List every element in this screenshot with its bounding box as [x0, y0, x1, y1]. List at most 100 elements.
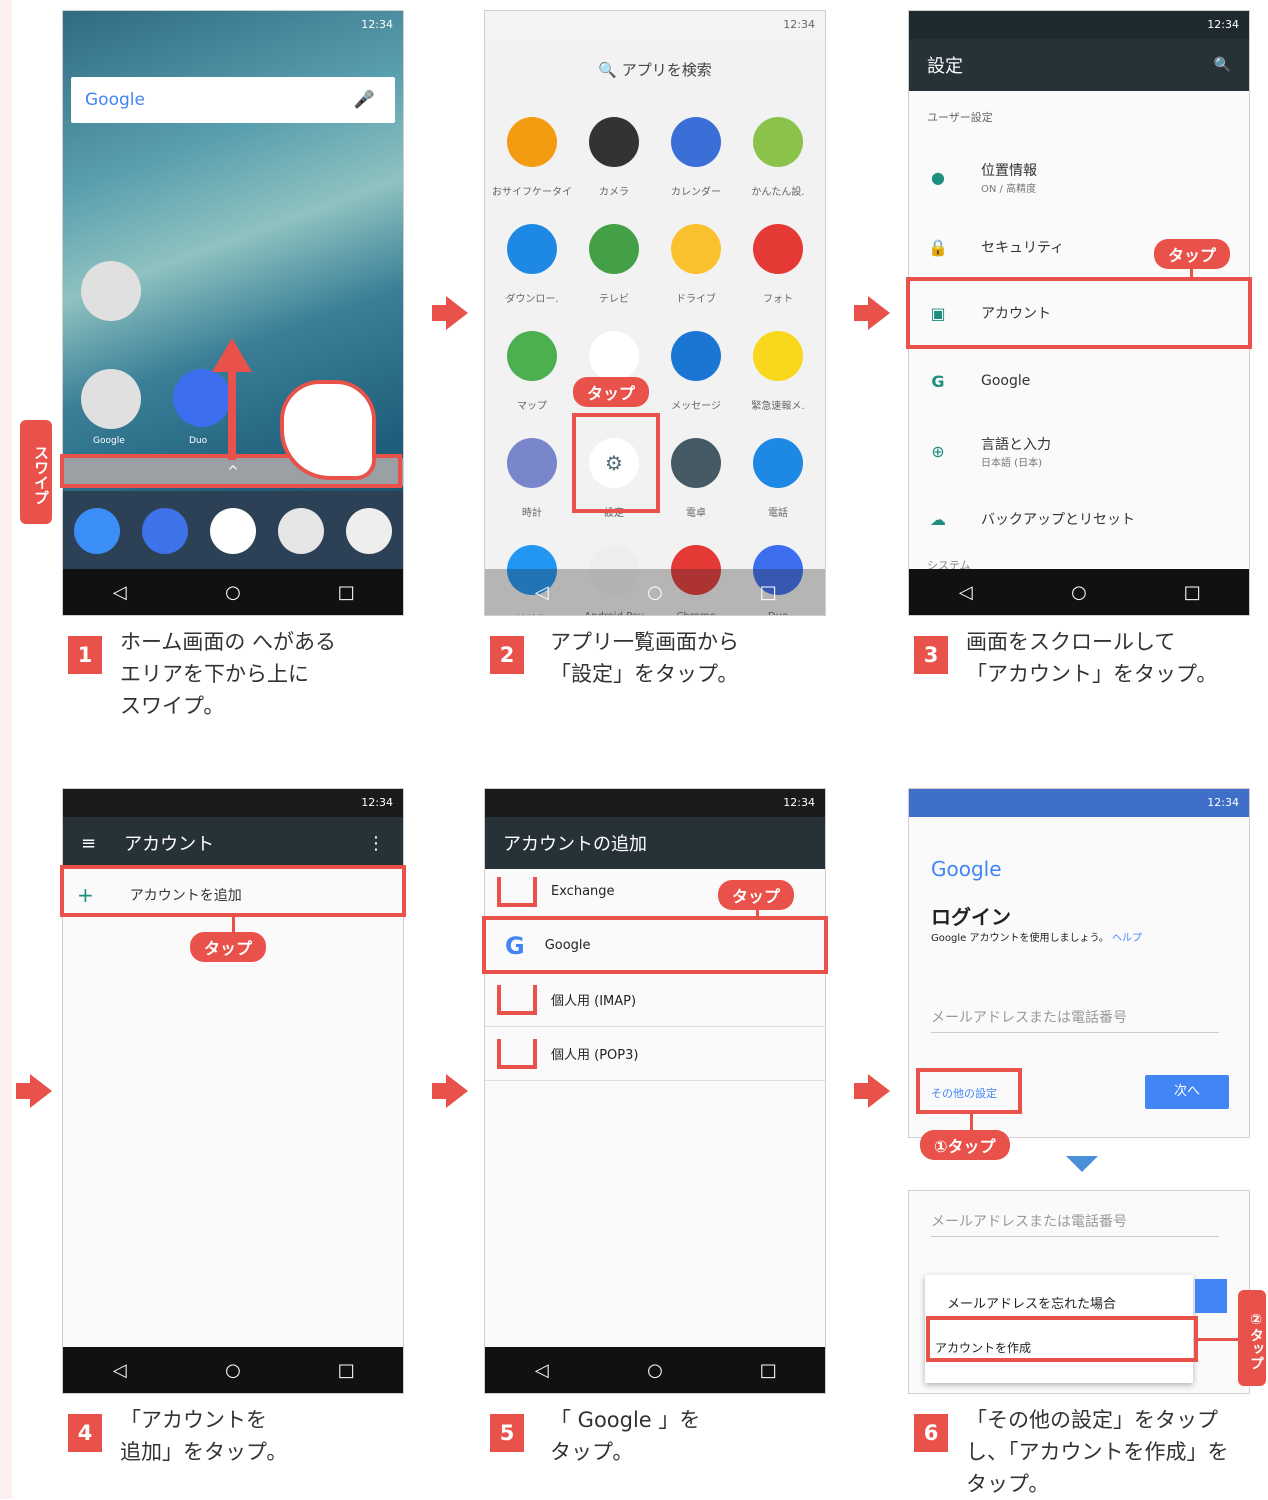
app-drawer-screen: 12:34 🔍 アプリを検索 おサイフケータイ カメラ カレンダー かんたん設. ダウン… — [484, 10, 826, 616]
dock — [63, 491, 403, 571]
step-number: 6 — [914, 1414, 948, 1452]
app-icon-graphic — [589, 224, 639, 274]
app-label: ダウンロー. — [505, 294, 559, 305]
location-label: 位置情報 — [981, 162, 1037, 179]
step-number: 3 — [914, 636, 948, 674]
step-number: 2 — [490, 636, 524, 674]
app-search[interactable]: 🔍 アプリを検索 — [485, 59, 825, 80]
recents-icon[interactable]: □ — [326, 1360, 366, 1381]
cloud-icon: ☁ — [930, 509, 946, 529]
email-field[interactable]: メールアドレスまたは電話番号 — [931, 1007, 1219, 1033]
mic-icon[interactable]: 🎤 — [354, 90, 375, 110]
language-sub: 日本語 (日本) — [981, 457, 1042, 469]
pop3-label: 個人用 (POP3) — [551, 1048, 639, 1063]
app-icon[interactable]: 緊急速報メ. — [737, 331, 819, 412]
globe-icon: ⊕ — [931, 441, 945, 461]
add-account-screen: 12:34 アカウントの追加 Exchange G Google 個人用 (IMA… — [484, 788, 826, 1394]
recents-icon[interactable]: □ — [326, 582, 366, 603]
step-caption: 「その他の設定」をタップ し、「アカウントを作成」を タップ。 — [966, 1408, 1229, 1496]
back-icon[interactable]: ◁ — [100, 582, 140, 603]
back-icon[interactable]: ◁ — [522, 582, 562, 603]
swipe-up-arrow — [228, 370, 236, 460]
app-label: 時計 — [522, 508, 542, 519]
app-label: 緊急速報メ. — [751, 401, 805, 412]
app-icon[interactable]: 電卓 — [655, 438, 737, 519]
login-menu-detail: メールアドレスまたは電話番号 メールアドレスを忘れた場合 アカウントを作成 — [908, 1190, 1250, 1394]
home-screen: 12:34 Google 🎤 Google Duo ^ ◁ ○ □ — [62, 10, 404, 616]
tap-connector-6b — [1198, 1338, 1240, 1341]
add-account-title: アカウントの追加 — [503, 834, 647, 855]
app-label: 電卓 — [686, 508, 706, 519]
account-type-imap[interactable]: 個人用 (IMAP) — [485, 973, 825, 1027]
tap-label-4: タップ — [190, 932, 267, 962]
chrome-icon[interactable] — [278, 508, 324, 554]
settings-item-location[interactable]: ● 位置情報 ON / 高精度 — [909, 157, 1249, 197]
hand-icon — [280, 380, 376, 480]
recents-icon[interactable]: □ — [1172, 582, 1212, 603]
app-icon[interactable]: 時計 — [491, 438, 573, 519]
settings-item-google[interactable]: G Google — [909, 367, 1249, 395]
home-icon[interactable]: ○ — [635, 582, 675, 603]
app-icon-graphic — [589, 331, 639, 381]
app-icon[interactable]: ドライブ — [655, 224, 737, 305]
next-step-arrow — [854, 296, 890, 330]
app-icon[interactable]: フォト — [737, 224, 819, 305]
recents-icon[interactable]: □ — [748, 582, 788, 603]
app-icon[interactable]: 電話 — [737, 438, 819, 519]
messages-icon[interactable] — [142, 508, 188, 554]
backup-label: バックアップとリセット — [981, 512, 1135, 528]
step-number: 5 — [490, 1414, 524, 1452]
home-icon[interactable]: ○ — [635, 1360, 675, 1381]
app-icon[interactable]: マップ — [491, 331, 573, 412]
camera-icon[interactable] — [346, 508, 392, 554]
recents-icon[interactable]: □ — [748, 1360, 788, 1381]
app-icon[interactable]: メッセージ — [655, 331, 737, 412]
home-icon[interactable]: ○ — [213, 1360, 253, 1381]
app-icon[interactable]: カメラ — [573, 117, 655, 198]
app-icon-graphic — [507, 438, 557, 488]
phone-icon[interactable] — [74, 508, 120, 554]
more-icon[interactable]: ⋮ — [367, 833, 385, 854]
back-icon[interactable]: ◁ — [522, 1360, 562, 1381]
menu-icon[interactable]: ≡ — [81, 833, 96, 854]
app-icon-graphic — [753, 117, 803, 167]
app-icon-graphic — [589, 117, 639, 167]
app-label: メッセージ — [671, 401, 721, 412]
google-search-widget[interactable]: Google 🎤 — [71, 77, 395, 123]
folder-1[interactable] — [81, 261, 141, 321]
app-icon[interactable]: テレビ — [573, 224, 655, 305]
tap-label-5: タップ — [718, 880, 795, 910]
search-icon[interactable]: 🔍 — [1214, 57, 1231, 73]
back-icon[interactable]: ◁ — [100, 1360, 140, 1381]
help-link[interactable]: ヘルプ — [1112, 933, 1142, 944]
app-icon[interactable]: かんたん設. — [737, 117, 819, 198]
app-label: テレビ — [599, 294, 629, 305]
google-logo: Google — [931, 857, 1002, 881]
home-icon[interactable]: ○ — [1059, 582, 1099, 603]
app-icon[interactable]: ダウンロー. — [491, 224, 573, 305]
accounts-title: アカウント — [124, 834, 215, 855]
duo-icon[interactable] — [173, 369, 231, 427]
next-button[interactable]: 次へ — [1145, 1075, 1229, 1109]
app-icon-graphic — [507, 117, 557, 167]
back-icon[interactable]: ◁ — [946, 582, 986, 603]
tap-label-2: タップ — [573, 377, 650, 407]
app-icon-graphic — [507, 224, 557, 274]
step-caption: 画面をスクロールして 「アカウント」をタップ。 — [966, 630, 1218, 686]
tap-label-6a: ①タップ — [920, 1130, 1010, 1160]
location-sub: ON / 高精度 — [981, 183, 1037, 195]
email-field-detail[interactable]: メールアドレスまたは電話番号 — [931, 1211, 1219, 1237]
home-icon[interactable]: ○ — [213, 582, 253, 603]
app-label: マップ — [517, 401, 547, 412]
folder-2[interactable] — [81, 369, 141, 429]
settings-item-backup[interactable]: ☁ バックアップとリセット — [909, 505, 1249, 533]
account-type-pop3[interactable]: 個人用 (POP3) — [485, 1027, 825, 1081]
google-label: Google — [981, 373, 1031, 389]
menu-forgot-email[interactable]: メールアドレスを忘れた場合 — [947, 1293, 1116, 1312]
left-accent-bar — [0, 0, 12, 1499]
app-icon[interactable]: カレンダー — [655, 117, 737, 198]
gmail-icon[interactable] — [210, 508, 256, 554]
app-icon[interactable]: おサイフケータイ — [491, 117, 573, 198]
settings-item-language[interactable]: ⊕ 言語と入力 日本語 (日本) — [909, 431, 1249, 471]
location-icon: ● — [931, 167, 945, 187]
